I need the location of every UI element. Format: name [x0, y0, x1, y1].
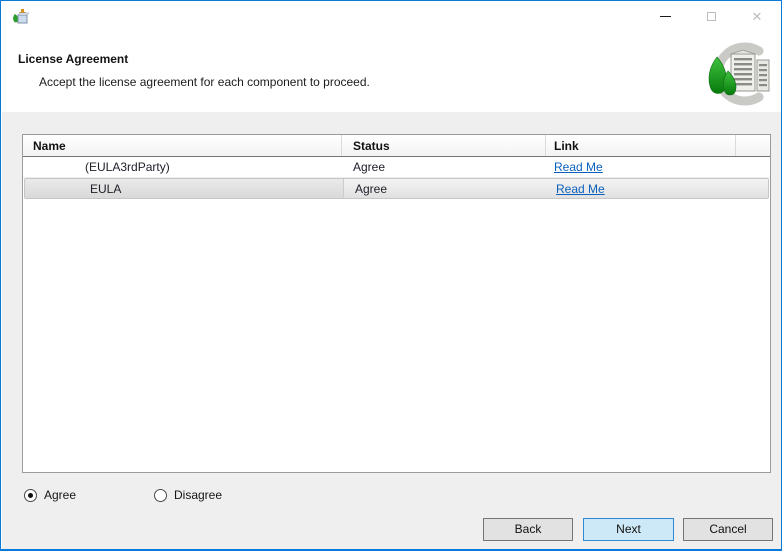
cell-status: Agree: [342, 160, 546, 174]
table-header-row: Name Status Link: [23, 135, 770, 157]
disagree-radio-label: Disagree: [174, 488, 222, 502]
column-header-filler: [736, 135, 770, 156]
disagree-radio-option[interactable]: Disagree: [154, 488, 222, 502]
agree-radio-option[interactable]: Agree: [24, 488, 76, 502]
minimize-icon: [660, 16, 671, 17]
agree-radio-icon[interactable]: [24, 489, 37, 502]
content-area: Name Status Link (EULA3rdParty) Agree Re…: [2, 112, 782, 550]
agree-radio-label: Agree: [44, 488, 76, 502]
page-title: License Agreement: [18, 52, 128, 66]
readme-link[interactable]: Read Me: [556, 182, 605, 196]
table-row-eula-selected[interactable]: EULA Agree Read Me: [24, 178, 769, 199]
maximize-icon: [707, 12, 716, 21]
table-row-eula3rdparty[interactable]: (EULA3rdParty) Agree Read Me: [23, 157, 770, 178]
readme-link[interactable]: Read Me: [554, 160, 603, 174]
maximize-button[interactable]: [688, 1, 734, 32]
back-button[interactable]: Back: [483, 518, 573, 541]
cell-name[interactable]: EULA: [25, 179, 344, 198]
close-button[interactable]: ✕: [734, 1, 780, 32]
next-button[interactable]: Next: [583, 518, 674, 541]
license-table: Name Status Link (EULA3rdParty) Agree Re…: [22, 134, 771, 473]
disagree-radio-icon[interactable]: [154, 489, 167, 502]
column-header-status[interactable]: Status: [342, 135, 546, 156]
minimize-button[interactable]: [642, 1, 688, 32]
window-controls: ✕: [642, 1, 780, 32]
installer-window: ✕ License Agreement Accept the license a…: [0, 0, 782, 551]
cell-status: Agree: [344, 182, 548, 196]
close-icon: ✕: [752, 10, 763, 23]
title-and-header-area: ✕ License Agreement Accept the license a…: [2, 1, 780, 112]
cell-name[interactable]: (EULA3rdParty): [23, 157, 342, 177]
app-installer-icon: [11, 8, 29, 26]
cancel-button[interactable]: Cancel: [683, 518, 773, 541]
column-header-link[interactable]: Link: [546, 135, 736, 156]
column-header-name[interactable]: Name: [23, 135, 342, 156]
product-logo-icon: [699, 41, 773, 107]
page-subtitle: Accept the license agreement for each co…: [39, 75, 370, 89]
